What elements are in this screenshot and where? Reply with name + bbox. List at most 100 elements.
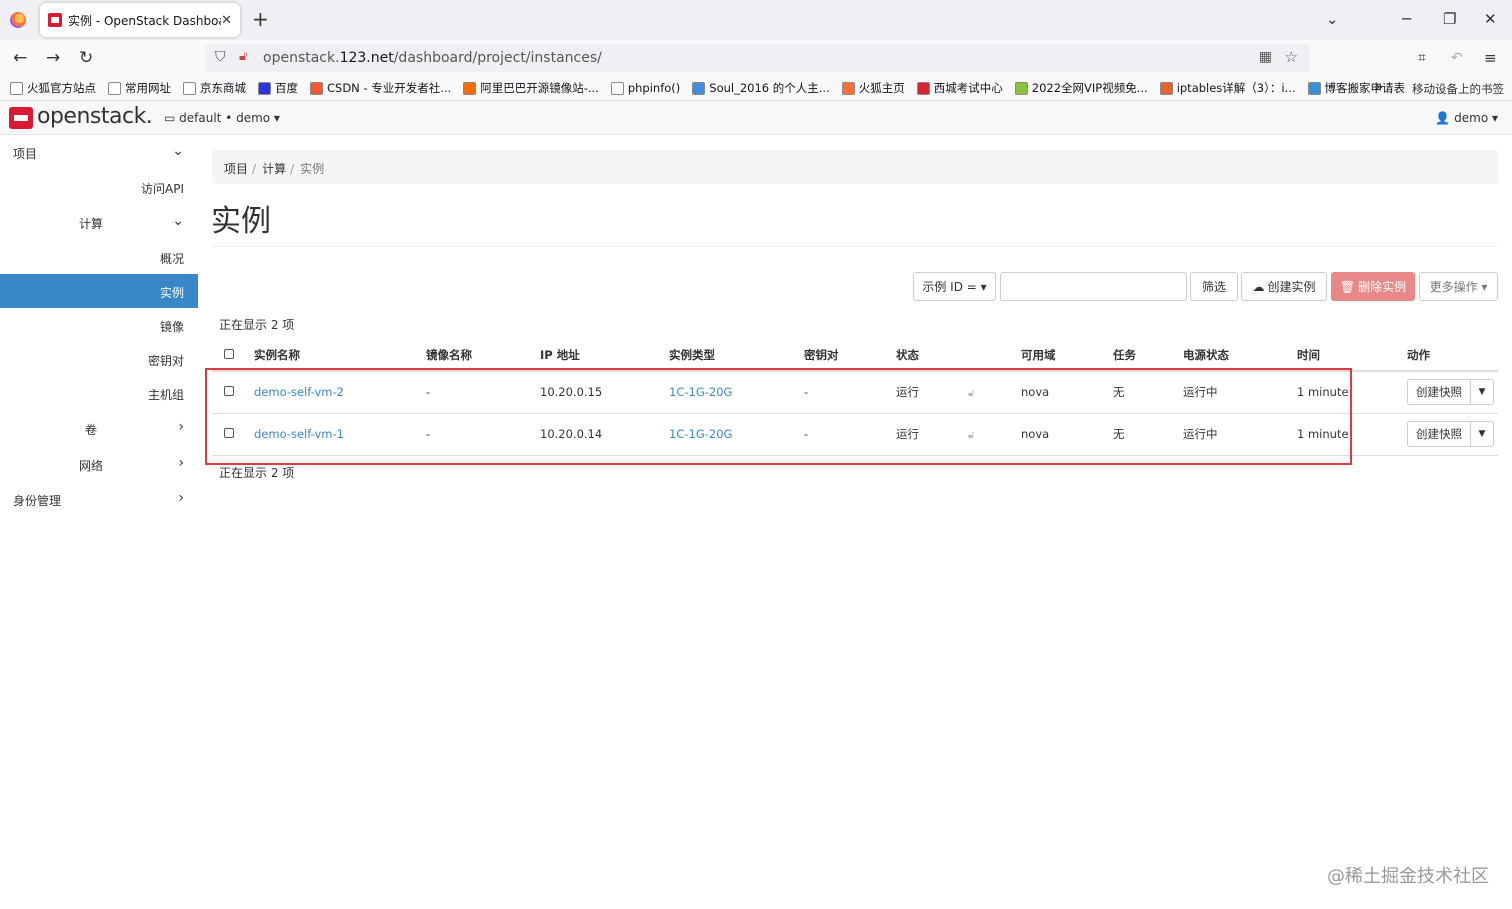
sidebar-item-overview[interactable]: 概况: [0, 240, 198, 274]
filter-input[interactable]: [1000, 272, 1187, 301]
bookmark-item[interactable]: 百度: [258, 80, 298, 96]
forward-arrow-icon[interactable]: →: [46, 48, 60, 68]
qr-code-icon[interactable]: ▦: [1259, 49, 1272, 65]
breadcrumb-project[interactable]: 项目: [224, 162, 248, 176]
undo-icon[interactable]: ↶: [1451, 48, 1463, 68]
actions-cell: 创建快照 ▼: [1407, 413, 1498, 456]
sidebar-item-identity[interactable]: 身份管理 ›: [0, 482, 198, 516]
create-instance-button[interactable]: ☁ 创建实例: [1241, 272, 1327, 301]
column-header[interactable]: 任务: [1113, 340, 1183, 372]
cloud-upload-icon: ☁: [1252, 279, 1265, 294]
select-all-cell: [212, 340, 254, 372]
chevron-right-icon: ›: [178, 490, 184, 506]
row-actions-group: 创建快照 ▼: [1407, 379, 1494, 406]
column-header[interactable]: 时间: [1297, 340, 1407, 372]
page-title: 实例: [211, 204, 271, 239]
insecure-lock-icon[interactable]: 🔓︎: [239, 49, 247, 64]
sidebar-item-label: 项目: [13, 147, 38, 161]
bookmark-item[interactable]: 火狐主页: [841, 80, 905, 96]
breadcrumb: 项目 / 计算 / 实例: [212, 150, 1498, 184]
bookmark-label: 京东商城: [200, 81, 246, 95]
sidebar-item-volumes[interactable]: 卷 ›: [0, 411, 198, 445]
mobile-bookmarks-link[interactable]: 移动设备上的书签: [1412, 81, 1504, 97]
tab-title: 实例 - OpenStack Dashboard: [68, 13, 221, 28]
bookmark-label: 博客搬家申请表: [1324, 81, 1406, 95]
sidebar-item-network[interactable]: 网络 ›: [0, 447, 198, 481]
menu-icon[interactable]: ≡: [1484, 48, 1497, 68]
bookmark-item[interactable]: 火狐官方站点: [10, 80, 96, 96]
bookmark-item[interactable]: Soul_2016 的个人主...: [692, 80, 830, 96]
bookmark-item[interactable]: 常用网址: [108, 80, 171, 96]
bookmark-label: Soul_2016 的个人主...: [709, 81, 830, 95]
sidebar-item-project[interactable]: 项目 ⌄: [0, 135, 198, 169]
maximize-icon[interactable]: ❐: [1443, 10, 1456, 28]
create-snapshot-button[interactable]: 创建快照: [1408, 380, 1471, 405]
more-actions-button[interactable]: 更多操作 ▾: [1419, 272, 1498, 301]
url-bar[interactable]: ⛉ 🔓︎ openstack.123.net/dashboard/project…: [205, 44, 1310, 72]
sidebar-item-label: 卷: [85, 423, 98, 437]
sidebar-item-label: 密钥对: [147, 354, 184, 368]
caret-down-icon[interactable]: ▼: [1471, 422, 1493, 446]
column-header[interactable]: 镜像名称: [426, 340, 540, 372]
browser-tab-active[interactable]: 实例 - OpenStack Dashboard ✕: [40, 3, 240, 37]
url-text[interactable]: openstack.123.net/dashboard/project/inst…: [263, 50, 602, 66]
delete-instances-button[interactable]: 🗑︎ 删除实例: [1331, 272, 1415, 301]
column-header[interactable]: 电源状态: [1183, 340, 1297, 372]
column-header[interactable]: 密钥对: [804, 340, 896, 372]
openstack-favicon-icon: [48, 13, 62, 27]
bookmark-star-icon[interactable]: ☆: [1285, 48, 1298, 66]
column-header[interactable]: 实例名称: [254, 340, 426, 372]
crop-icon[interactable]: ⌗: [1418, 48, 1426, 68]
reload-icon[interactable]: ↻: [79, 48, 93, 68]
filter-field-dropdown[interactable]: 示例 ID = ▾: [913, 272, 996, 301]
select-all-checkbox[interactable]: [224, 349, 234, 359]
bookmark-item[interactable]: 京东商城: [183, 80, 246, 96]
bookmarks-overflow-icon[interactable]: »: [1375, 79, 1384, 95]
trash-icon: 🗑︎: [1339, 279, 1356, 294]
create-snapshot-button[interactable]: 创建快照: [1408, 422, 1471, 446]
browser-nav-bar: ← → ↻ ⛉ 🔓︎ openstack.123.net/dashboard/p…: [0, 40, 1512, 76]
annotation-highlight-box: [205, 368, 1352, 465]
bookmark-label: 火狐主页: [858, 81, 905, 95]
user-menu[interactable]: 👤 demo ▾: [1435, 111, 1498, 125]
project-selector[interactable]: ▭ default • demo ▾: [164, 111, 280, 125]
bookmark-item[interactable]: 2022全网VIP视频免...: [1014, 80, 1148, 96]
column-header[interactable]: IP 地址: [540, 340, 669, 372]
tab-close-icon[interactable]: ✕: [221, 13, 232, 28]
openstack-logo-text[interactable]: openstack.: [37, 104, 153, 129]
sidebar-item-label: 网络: [79, 459, 104, 473]
bookmark-item[interactable]: iptables详解（3）：i...: [1159, 80, 1296, 96]
column-header[interactable]: 实例类型: [669, 340, 804, 372]
bookmark-favicon-icon: [108, 81, 121, 95]
new-tab-button[interactable]: +: [252, 8, 269, 30]
bookmark-item[interactable]: CSDN - 专业开发者社...: [310, 80, 451, 96]
openstack-logo-icon[interactable]: [9, 107, 33, 129]
minimize-icon[interactable]: ─: [1402, 10, 1411, 28]
filter-button[interactable]: 筛选: [1190, 272, 1238, 301]
tab-list-chevron-icon[interactable]: ⌄: [1326, 10, 1339, 28]
breadcrumb-current: 实例: [300, 162, 325, 176]
bookmark-favicon-icon: [1014, 81, 1028, 95]
bookmark-item[interactable]: 博客搬家申请表: [1307, 80, 1406, 96]
sidebar-item-server-groups[interactable]: 主机组: [0, 376, 198, 410]
sidebar-item-instances[interactable]: 实例: [0, 274, 198, 308]
sidebar-item-access-api[interactable]: 访问API: [0, 170, 198, 204]
bookmark-label: 阿里巴巴开源镜像站-...: [480, 81, 599, 95]
column-header: 动作: [1407, 340, 1498, 372]
sidebar-item-images[interactable]: 镜像: [0, 308, 198, 342]
back-arrow-icon[interactable]: ←: [13, 48, 27, 68]
shield-icon[interactable]: ⛉: [215, 49, 226, 65]
column-header[interactable]: 状态: [896, 340, 968, 372]
bookmark-favicon-icon: [10, 81, 23, 95]
sidebar-item-compute[interactable]: 计算 ⌄: [0, 205, 198, 239]
column-header[interactable]: 可用域: [1021, 340, 1113, 372]
sidebar-item-keypairs[interactable]: 密钥对: [0, 342, 198, 376]
bookmark-item[interactable]: phpinfo(): [610, 81, 680, 95]
close-window-icon[interactable]: ✕: [1484, 10, 1497, 28]
bookmark-label: 火狐官方站点: [27, 81, 96, 95]
caret-down-icon[interactable]: ▼: [1471, 380, 1493, 404]
title-divider: [212, 246, 1498, 247]
bookmark-item[interactable]: 阿里巴巴开源镜像站-...: [463, 80, 599, 96]
breadcrumb-compute[interactable]: 计算: [262, 162, 286, 176]
bookmark-item[interactable]: 西城考试中心: [916, 80, 1003, 96]
